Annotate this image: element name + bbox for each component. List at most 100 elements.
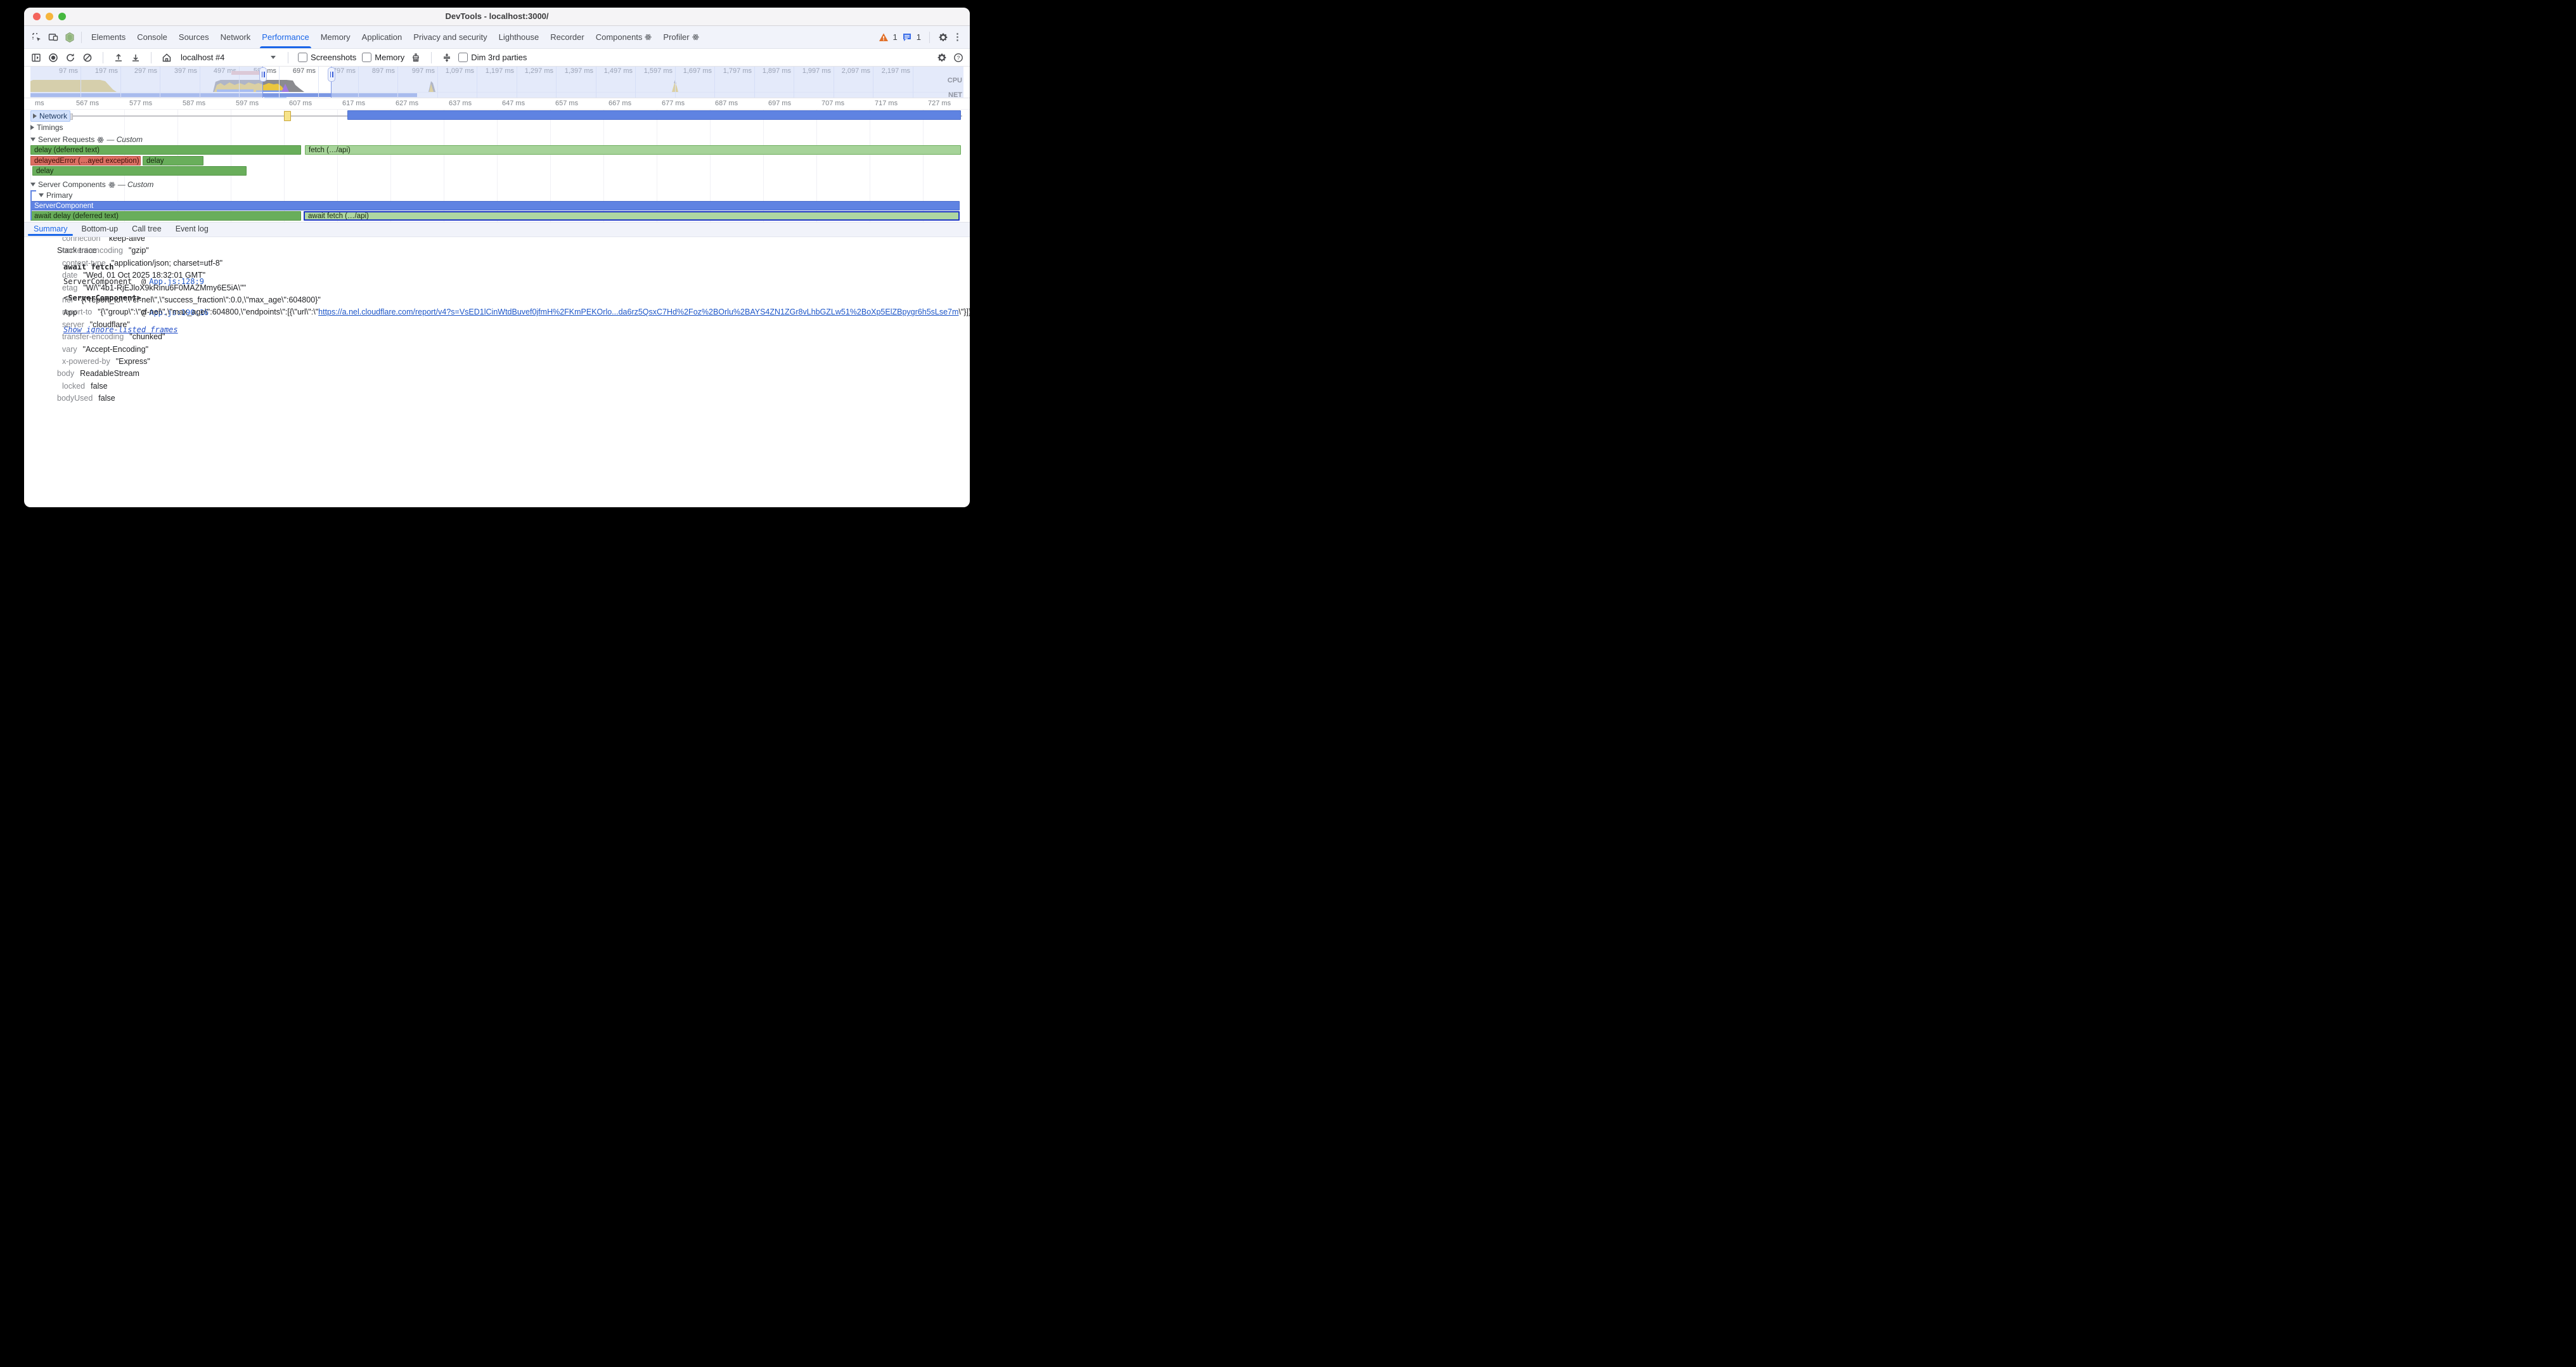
tab-performance[interactable]: Performance xyxy=(256,26,314,48)
flame-event-bar[interactable]: delayedError (…ayed exception) xyxy=(30,156,141,165)
collapse-triangle-icon xyxy=(39,193,44,197)
save-profile-icon[interactable] xyxy=(130,52,141,63)
tab-recorder[interactable]: Recorder xyxy=(544,26,589,48)
home-icon[interactable] xyxy=(161,52,172,63)
ruler-tick-label: 687 ms xyxy=(715,100,738,107)
track-header-server-requests[interactable]: Server Requests — Custom xyxy=(30,134,963,145)
track-header-timings[interactable]: Timings xyxy=(30,122,963,133)
summary-row: etag"W/\"4b1-RjEJloX9kRinu6F0MAZMmy6E5iA… xyxy=(24,282,970,294)
track-header-network[interactable]: Network xyxy=(30,110,70,122)
overview-gridline xyxy=(279,67,280,98)
track-header-primary[interactable]: Primary xyxy=(30,190,963,200)
overview-left-handle[interactable] xyxy=(259,67,267,82)
property-key: body xyxy=(57,369,74,378)
property-key: content-type xyxy=(62,259,106,268)
tab-memory[interactable]: Memory xyxy=(315,26,356,48)
flame-event-bar[interactable]: delay xyxy=(143,156,203,165)
report-to-link[interactable]: https://a.nel.cloudflare.com/report/v4?s… xyxy=(318,308,958,316)
property-value: ReadableStream xyxy=(80,369,139,378)
ruler-tick-label: 697 ms xyxy=(768,100,791,107)
more-options-kebab-icon[interactable]: ⋮ xyxy=(953,32,962,42)
memory-checkbox[interactable]: Memory xyxy=(362,53,404,62)
overview-gridline xyxy=(318,67,319,98)
details-tab-call-tree[interactable]: Call tree xyxy=(125,223,169,235)
tab-atom-icon xyxy=(645,34,652,41)
inspect-element-icon[interactable] xyxy=(32,32,42,42)
property-value: "gzip" xyxy=(129,246,149,255)
tab-network[interactable]: Network xyxy=(215,26,257,48)
warning-count: 1 xyxy=(893,32,898,42)
screenshots-checkbox[interactable]: Screenshots xyxy=(298,53,356,62)
macos-titlebar: DevTools - localhost:3000/ xyxy=(24,8,970,26)
property-key: bodyUsed xyxy=(57,394,93,403)
summary-row: date"Wed, 01 Oct 2025 18:32:01 GMT" xyxy=(24,269,970,282)
load-profile-icon[interactable] xyxy=(113,52,124,63)
tab-components[interactable]: Components xyxy=(590,26,658,48)
property-value: false xyxy=(91,382,107,391)
collapse-track-icon[interactable] xyxy=(441,52,453,63)
tab-elements[interactable]: Elements xyxy=(86,26,131,48)
property-value: "cloudflare" xyxy=(90,320,130,329)
flame-event-bar[interactable]: delay xyxy=(32,166,247,176)
cpu-lane-label: CPU xyxy=(948,77,962,84)
react-devtools-icon xyxy=(65,32,75,42)
warning-icon[interactable] xyxy=(879,32,889,42)
ruler-tick-label: 577 ms xyxy=(129,100,152,107)
device-toolbar-icon[interactable] xyxy=(48,32,58,42)
help-icon[interactable]: ? xyxy=(953,53,963,63)
toggle-sidebar-icon[interactable] xyxy=(30,52,42,63)
overview-right-handle[interactable] xyxy=(328,67,335,82)
details-tab-bottom-up[interactable]: Bottom-up xyxy=(74,223,125,235)
ruler-tick-label: 647 ms xyxy=(502,100,525,107)
settings-gear-icon[interactable] xyxy=(938,32,948,42)
property-key: report-to xyxy=(62,308,92,316)
flame-event-bar[interactable]: await fetch (…/api) xyxy=(304,211,960,221)
checkbox-box xyxy=(362,53,371,62)
flame-event-bar[interactable]: delay (deferred text) xyxy=(30,145,301,155)
flamechart-tracks[interactable]: Network Timings Server Requests — Custom… xyxy=(24,110,970,222)
ruler-tick-label: 677 ms xyxy=(662,100,685,107)
tab-console[interactable]: Console xyxy=(131,26,173,48)
tab-privacy-and-security[interactable]: Privacy and security xyxy=(408,26,493,48)
ruler-tick-label: 727 ms xyxy=(928,100,951,107)
issues-message-icon[interactable] xyxy=(902,32,912,42)
summary-row: body ReadableStream xyxy=(24,368,970,380)
property-key: nel xyxy=(62,295,73,304)
history-select[interactable]: localhost #4 xyxy=(181,53,276,62)
garbage-collect-icon[interactable] xyxy=(410,52,422,63)
summary-row: content-encoding"gzip" xyxy=(24,245,970,257)
details-tab-event-log[interactable]: Event log xyxy=(169,223,216,235)
ruler-tick-label: 567 ms xyxy=(76,100,99,107)
ruler-tick-label: 637 ms xyxy=(449,100,472,107)
flame-event-bar[interactable]: fetch (…/api) xyxy=(305,145,961,155)
panel-settings-gear-icon[interactable] xyxy=(937,53,947,63)
ruler-tick-label: 717 ms xyxy=(875,100,898,107)
tab-lighthouse[interactable]: Lighthouse xyxy=(493,26,545,48)
flame-event-bar[interactable]: ServerComponent xyxy=(30,201,960,211)
summary-row: report-to"{\"group\":\"cf-nel\",\"max_ag… xyxy=(24,306,970,318)
tab-application[interactable]: Application xyxy=(356,26,408,48)
property-value: "Accept-Encoding" xyxy=(83,345,148,354)
property-key: locked xyxy=(62,382,85,391)
performance-toolbar: localhost #4 Screenshots Memory Dim 3rd … xyxy=(24,49,970,67)
expand-triangle-icon xyxy=(33,113,37,119)
flame-event-bar[interactable] xyxy=(347,110,961,120)
checkbox-box xyxy=(458,53,468,62)
summary-pane[interactable]: connection"keep-alive"content-encoding"g… xyxy=(24,237,970,495)
property-value: false xyxy=(98,394,115,403)
clear-icon[interactable] xyxy=(82,52,93,63)
summary-row: nel"{\"report_to\":\"cf-nel\",\"success_… xyxy=(24,294,970,306)
record-icon[interactable] xyxy=(48,52,59,63)
tab-sources[interactable]: Sources xyxy=(173,26,215,48)
dim-3rd-parties-checkbox[interactable]: Dim 3rd parties xyxy=(458,53,527,62)
details-tab-summary[interactable]: Summary xyxy=(27,223,74,235)
summary-row: connection"keep-alive" xyxy=(24,237,970,245)
reload-record-icon[interactable] xyxy=(65,52,76,63)
tab-profiler[interactable]: Profiler xyxy=(657,26,704,48)
track-header-server-components[interactable]: Server Components — Custom xyxy=(30,179,963,190)
overview-dim-left xyxy=(30,67,262,98)
timeline-overview[interactable]: 97 ms197 ms297 ms397 ms497 ms597 ms697 m… xyxy=(24,67,970,98)
issues-count: 1 xyxy=(917,32,921,42)
flame-event-bar[interactable]: await delay (deferred text) xyxy=(30,211,301,221)
property-value: "application/json; charset=utf-8" xyxy=(112,259,222,268)
